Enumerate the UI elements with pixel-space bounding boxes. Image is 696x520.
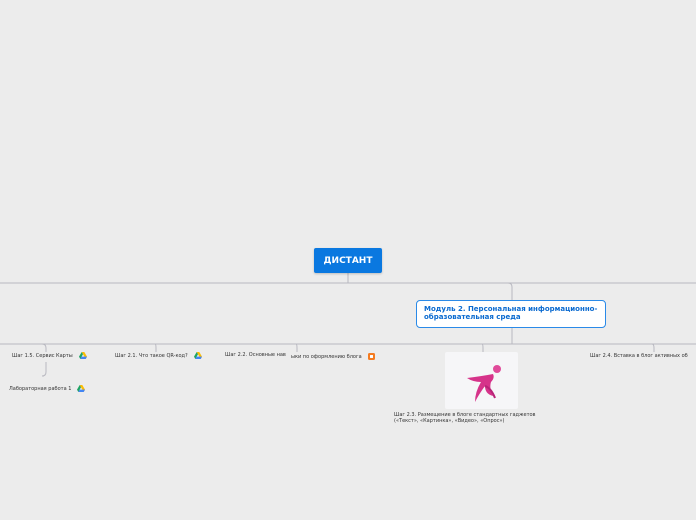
node-blog-tips[interactable]: ыки по оформлению блога [291,353,375,360]
google-drive-icon[interactable] [77,385,86,392]
module-node[interactable]: Модуль 2. Персональная информационно-обр… [416,300,606,328]
node-step21[interactable]: Шаг 2.1. Что такое QR-код? [115,352,202,359]
dancer-figure-image [467,365,501,402]
root-node[interactable]: ДИСТАНТ [314,248,382,273]
blogger-icon[interactable] [367,353,375,360]
node-step24-label: Шаг 2.4. Вставка в блог активных об [590,353,688,359]
google-drive-icon[interactable] [78,352,87,359]
lab1-connector [41,362,47,377]
step23-connector [481,343,484,352]
step24-connector [651,343,655,352]
node-step21-label: Шаг 2.1. Что такое QR-код? [115,352,188,359]
mindmap-canvas[interactable]: ДИСТАНТ Модуль 2. Персональная информаци… [0,0,696,520]
node-lab1[interactable]: Лабораторная работа 1 [9,385,86,392]
node-lab1-label: Лабораторная работа 1 [9,385,72,392]
node-step23-label: Шаг 2.3. Размещение в блоге стандартных … [394,412,536,424]
node-blog-tips-label: ыки по оформлению блога [291,353,362,360]
node-step24[interactable]: Шаг 2.4. Вставка в блог активных об [590,353,688,359]
module-connector [507,282,513,300]
node-step22-label: Шаг 2.2. Основные нав [225,352,286,358]
node-step23[interactable]: Шаг 2.3. Размещение в блоге стандартных … [394,412,554,424]
step21-connector [154,343,157,352]
google-drive-icon[interactable] [193,352,202,359]
node-step22[interactable]: Шаг 2.2. Основные нав [225,352,286,358]
module-label: Модуль 2. Персональная информационно-обр… [424,305,598,321]
root-label: ДИСТАНТ [323,255,373,266]
step15-connector [41,343,47,352]
node-step15[interactable]: Шаг 1.5. Сервис Карты [12,352,87,359]
node-step15-label: Шаг 1.5. Сервис Карты [12,352,73,359]
step22-connector [295,343,298,352]
node-step23-image[interactable] [445,352,518,409]
